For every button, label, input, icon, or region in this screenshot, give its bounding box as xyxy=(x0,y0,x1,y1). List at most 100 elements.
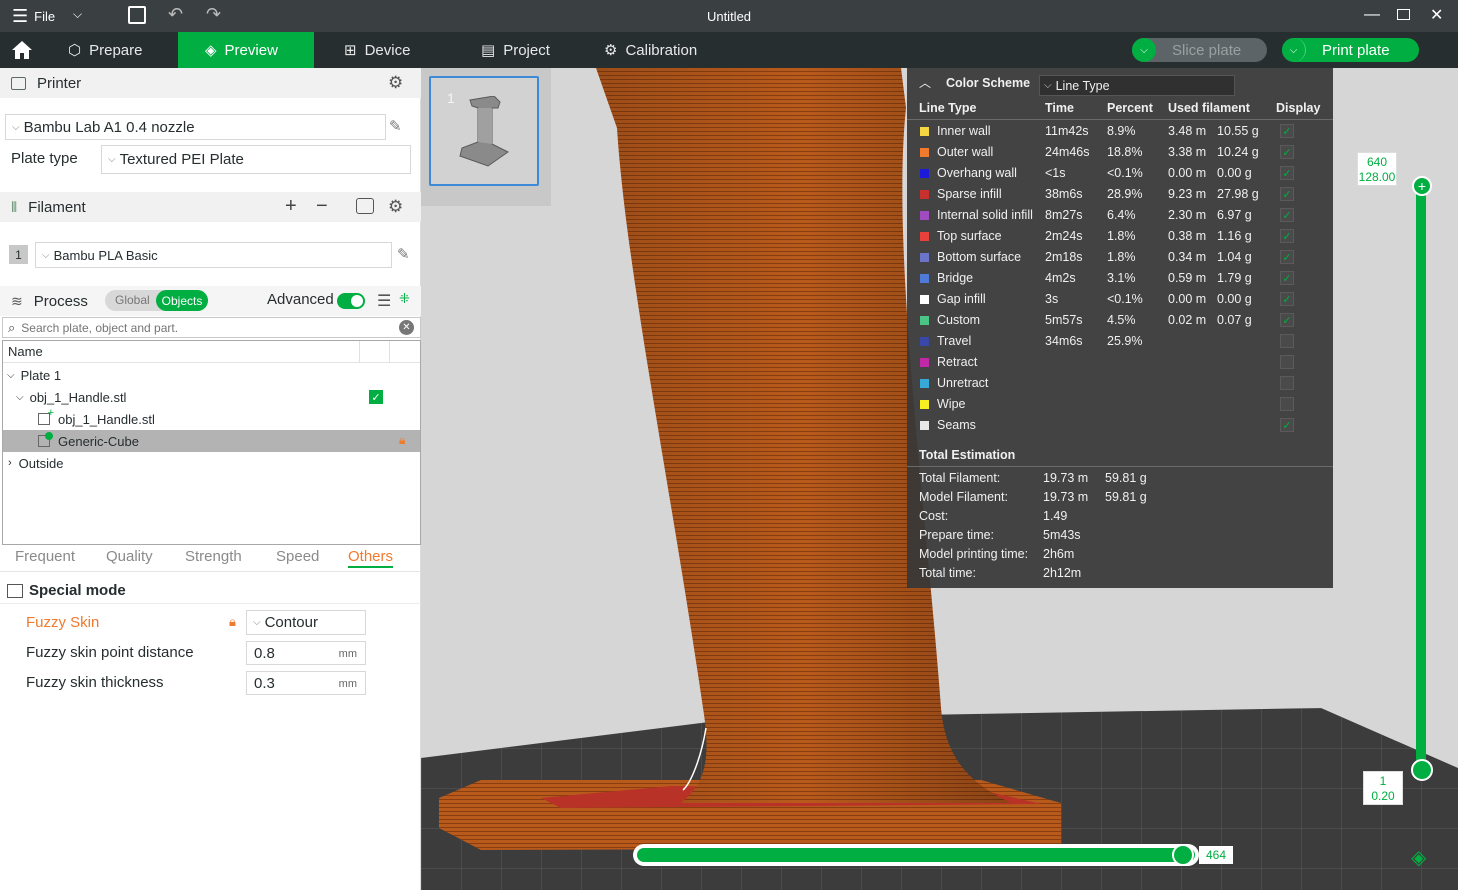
line-type-time: 8m27s xyxy=(1045,208,1083,222)
display-checkbox[interactable] xyxy=(1280,397,1294,411)
move-slider-fill xyxy=(637,848,1195,862)
collapse-legend-icon[interactable]: ︿ xyxy=(919,74,931,91)
legend-header-display: Display xyxy=(1276,101,1321,115)
line-type-grams: 1.79 g xyxy=(1217,271,1252,285)
color-scheme-select[interactable]: ⌵ Line Type xyxy=(1039,75,1235,96)
display-checkbox[interactable] xyxy=(1280,355,1294,369)
display-checkbox[interactable] xyxy=(1280,376,1294,390)
name-column-header[interactable]: Name xyxy=(8,344,43,359)
add-filament-icon[interactable]: + xyxy=(285,195,297,218)
legend-row: Sparse infill 38m6s 28.9% 9.23 m 27.98 g ✓ xyxy=(907,184,1333,205)
list-view-icon[interactable]: ☰ xyxy=(377,291,391,311)
lock-icon[interactable]: 🔒︎ xyxy=(399,433,405,448)
legend-row: Overhang wall <1s <0.1% 0.00 m 0.00 g ✓ xyxy=(907,163,1333,184)
search-input[interactable] xyxy=(21,320,392,335)
display-checkbox[interactable] xyxy=(1280,334,1294,348)
display-checkbox[interactable]: ✓ xyxy=(1280,166,1294,180)
edit-filament-icon[interactable]: ✎ xyxy=(397,245,410,263)
slice-dropdown[interactable]: ⌵ xyxy=(1132,38,1156,62)
tree-row-object[interactable]: ⌵ obj_1_Handle.stl ✓ xyxy=(3,386,420,408)
display-checkbox[interactable]: ✓ xyxy=(1280,187,1294,201)
display-checkbox[interactable]: ✓ xyxy=(1280,292,1294,306)
filament-select[interactable]: ⌵ Bambu PLA Basic xyxy=(35,242,392,268)
layers-toggle-icon[interactable]: ◈ xyxy=(1411,845,1426,870)
top-layer-number: 640 xyxy=(1366,155,1388,169)
print-dropdown[interactable]: ⌵ xyxy=(1282,38,1306,62)
filament-slot-number: 1 xyxy=(15,247,22,262)
line-type-swatch xyxy=(920,295,929,304)
line-type-name: Top surface xyxy=(937,229,1002,243)
tab-others[interactable]: Others xyxy=(348,548,394,568)
display-checkbox[interactable]: ✓ xyxy=(1280,124,1294,138)
display-checkbox[interactable]: ✓ xyxy=(1280,250,1294,264)
global-objects-switch[interactable]: Global Objects xyxy=(105,290,208,311)
printer-model-select[interactable]: ⌵ Bambu Lab A1 0.4 nozzle xyxy=(5,114,386,140)
tab-calibration[interactable]: ⚙ Calibration xyxy=(604,32,724,68)
minimize-icon[interactable]: — xyxy=(1364,6,1380,24)
tab-device[interactable]: ⊞ Device xyxy=(344,32,454,68)
fuzzy-skin-select[interactable]: ⌵ Contour xyxy=(246,610,366,635)
object-visible-checkbox[interactable]: ✓ xyxy=(369,390,383,404)
objects-option[interactable]: Objects xyxy=(156,290,208,311)
display-checkbox[interactable]: ✓ xyxy=(1280,313,1294,327)
clear-search-icon[interactable]: ✕ xyxy=(399,320,414,335)
search-bar[interactable]: ⌕ ✕ xyxy=(2,317,421,338)
total-value-2: 59.81 g xyxy=(1105,490,1147,504)
tree-row-part[interactable]: + obj_1_Handle.stl xyxy=(3,407,420,430)
bottom-layer-readout: 1 0.20 xyxy=(1363,771,1403,805)
move-slider-track[interactable] xyxy=(633,844,1199,866)
home-button[interactable] xyxy=(0,32,44,68)
chevron-right-icon[interactable]: › xyxy=(8,457,12,469)
tab-preview[interactable]: ◈ Preview xyxy=(178,32,314,68)
line-type-swatch xyxy=(920,274,929,283)
plate-thumbnail[interactable]: 1 xyxy=(429,76,539,186)
printer-settings-gear-icon[interactable]: ⚙ xyxy=(388,73,403,93)
fuzzy-distance-input[interactable]: 0.8 mm xyxy=(246,641,366,665)
tab-quality[interactable]: Quality xyxy=(106,548,153,565)
remove-filament-icon[interactable]: − xyxy=(316,195,328,218)
chevron-down-icon[interactable]: ⌵ xyxy=(7,370,15,381)
legend-row: Unretract xyxy=(907,373,1333,394)
tab-project[interactable]: ▤ Project xyxy=(481,32,591,68)
display-checkbox[interactable]: ✓ xyxy=(1280,271,1294,285)
display-checkbox[interactable]: ✓ xyxy=(1280,418,1294,432)
close-icon[interactable]: ✕ xyxy=(1430,5,1443,25)
layer-slider-top-handle[interactable]: + xyxy=(1412,176,1432,196)
edit-printer-icon[interactable]: ✎ xyxy=(389,117,402,135)
tree-row-outside[interactable]: › Outside xyxy=(3,452,420,474)
move-slider-handle[interactable] xyxy=(1172,844,1194,866)
slice-plate-button[interactable]: ⌵ Slice plate xyxy=(1132,38,1267,62)
layer-slider-bottom-handle[interactable] xyxy=(1411,759,1433,781)
tab-frequent[interactable]: Frequent xyxy=(15,548,75,565)
layer-slider-track[interactable] xyxy=(1416,186,1426,770)
chevron-down-icon[interactable]: ⌵ xyxy=(16,392,24,403)
line-type-time: 3s xyxy=(1045,292,1059,306)
display-checkbox[interactable]: ✓ xyxy=(1280,229,1294,243)
display-checkbox[interactable]: ✓ xyxy=(1280,145,1294,159)
print-plate-button[interactable]: ⌵ Print plate xyxy=(1282,38,1419,62)
fuzzy-thickness-input[interactable]: 0.3 mm xyxy=(246,671,366,695)
maximize-icon[interactable] xyxy=(1397,9,1410,20)
tree-row-modifier[interactable]: Generic-Cube 🔒︎ xyxy=(3,430,420,452)
legend-header-filament: Used filament xyxy=(1168,101,1250,115)
legend-header-linetype: Line Type xyxy=(919,101,977,115)
tree-row-plate[interactable]: ⌵ Plate 1 xyxy=(3,364,420,386)
global-option[interactable]: Global xyxy=(115,293,150,307)
line-type-time: 2m24s xyxy=(1045,229,1083,243)
display-checkbox[interactable]: ✓ xyxy=(1280,208,1294,222)
line-type-name: Bottom surface xyxy=(937,250,1022,264)
tab-speed[interactable]: Speed xyxy=(276,548,319,565)
filament-settings-gear-icon[interactable]: ⚙ xyxy=(388,197,403,217)
advanced-toggle[interactable] xyxy=(337,293,365,309)
sync-filament-icon[interactable] xyxy=(356,198,374,214)
line-type-percent: 18.8% xyxy=(1107,145,1143,159)
total-value-1: 19.73 m xyxy=(1043,490,1089,504)
compare-icon[interactable]: ⁜ xyxy=(399,291,410,307)
lock-icon[interactable]: 🔒︎ xyxy=(229,614,236,630)
fuzzy-distance-value: 0.8 xyxy=(254,644,275,662)
plate-type-select[interactable]: ⌵ Textured PEI Plate xyxy=(101,145,411,174)
line-type-swatch xyxy=(920,253,929,262)
tab-prepare[interactable]: ⬡ Prepare xyxy=(68,32,178,68)
tab-strength[interactable]: Strength xyxy=(185,548,242,565)
bottom-layer-number: 1 xyxy=(1379,774,1387,788)
